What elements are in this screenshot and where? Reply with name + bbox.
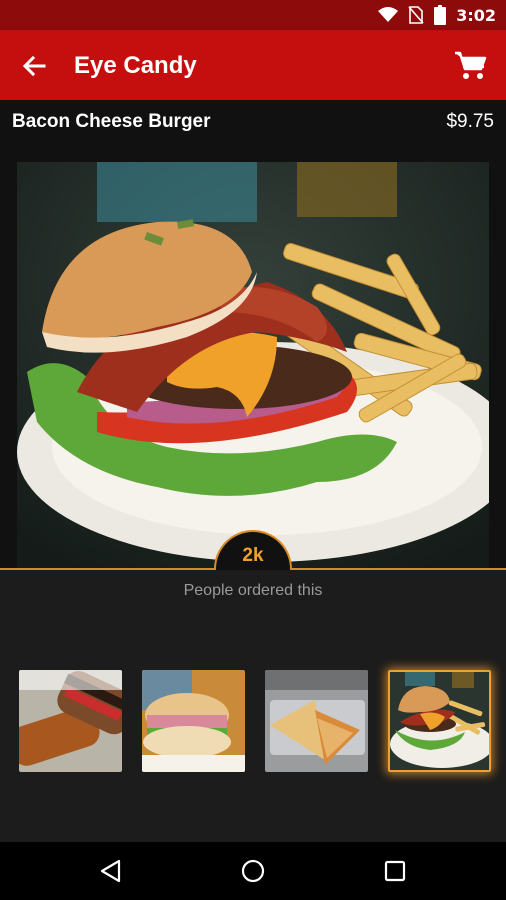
wifi-icon — [378, 7, 399, 22]
club-sandwich-thumb[interactable] — [142, 670, 245, 772]
item-price: $9.75 — [446, 111, 494, 132]
grilled-sandwich-thumb[interactable] — [265, 670, 368, 772]
sub-sandwich-thumb[interactable] — [19, 670, 122, 772]
no-sim-icon — [408, 6, 424, 24]
orders-count: 2k — [242, 545, 264, 566]
back-triangle-icon[interactable] — [97, 857, 125, 885]
system-nav-bar — [0, 842, 506, 900]
status-time: 3:02 — [456, 5, 496, 25]
page-title: Eye Candy — [74, 52, 197, 79]
status-bar: 3:02 — [0, 0, 506, 30]
bacon-burger-thumb[interactable] — [388, 670, 491, 772]
orders-label: People ordered this — [183, 582, 323, 599]
item-name: Bacon Cheese Burger — [12, 111, 211, 132]
home-circle-icon[interactable] — [239, 857, 267, 885]
recents-square-icon[interactable] — [381, 857, 409, 885]
item-header: Bacon Cheese Burger $9.75 — [0, 100, 506, 142]
shopping-cart-icon[interactable] — [454, 50, 488, 82]
arrow-left-icon[interactable] — [18, 50, 50, 82]
hero-food-image — [17, 162, 489, 568]
app-bar: Eye Candy — [0, 30, 506, 100]
battery-icon — [434, 5, 447, 25]
